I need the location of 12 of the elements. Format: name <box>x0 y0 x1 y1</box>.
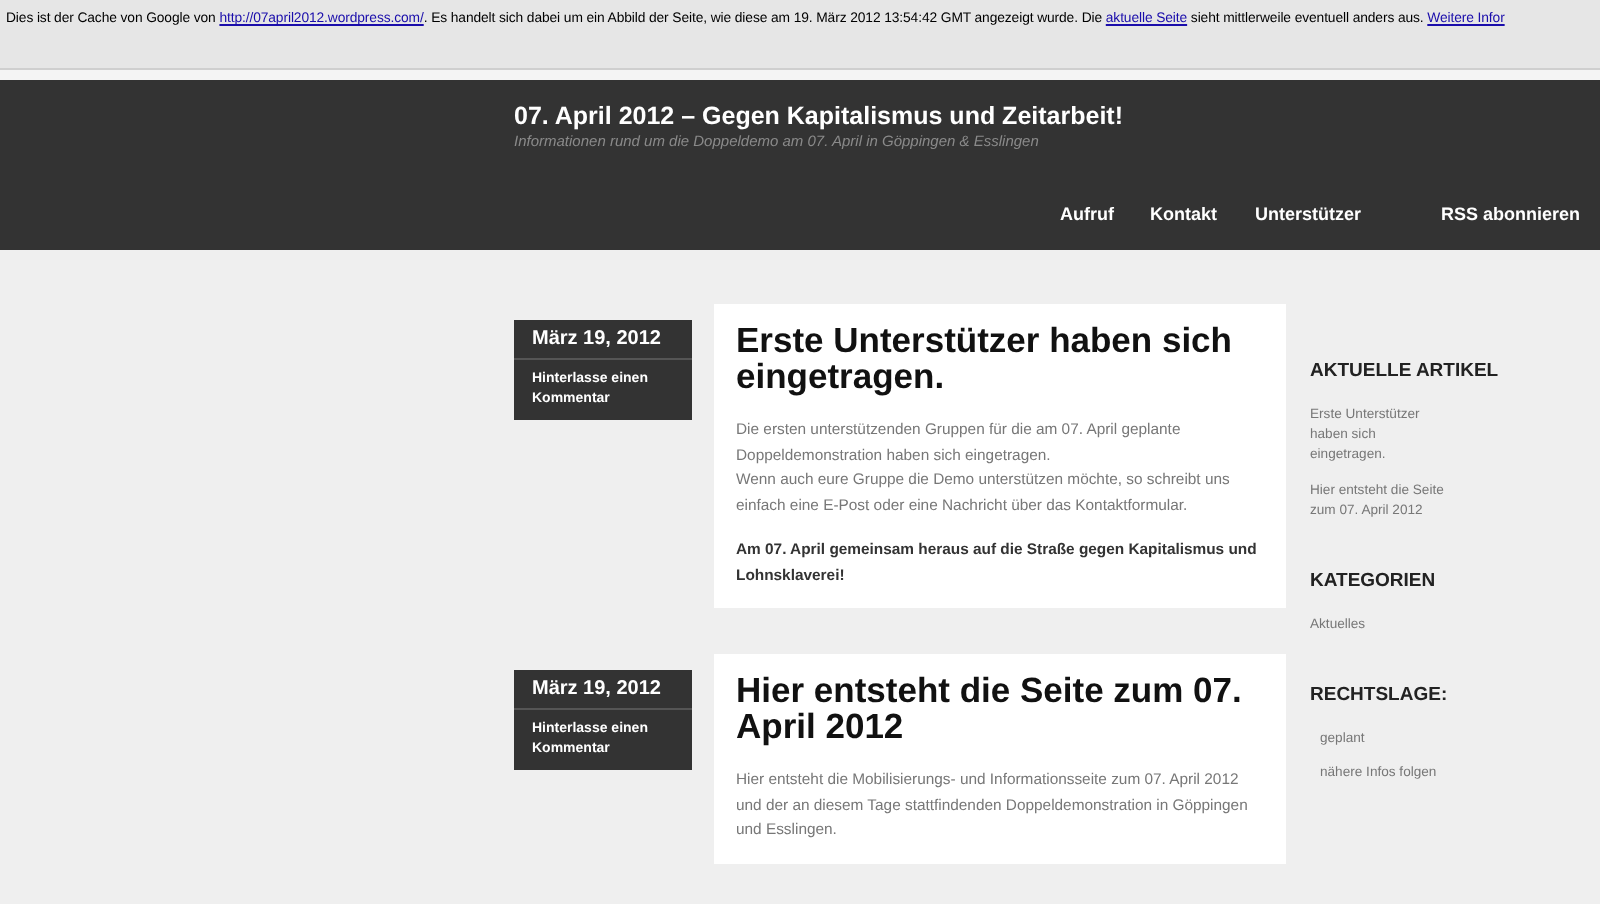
nav-link[interactable]: Kontakt <box>1150 204 1217 224</box>
post-title: Hier entsteht die Seite zum 07. April 2012 <box>736 672 1244 744</box>
post-title: Erste Unterstützer haben sich eingetragen. <box>736 322 1234 394</box>
post-date: März 19, 2012 <box>514 670 692 710</box>
nav-link[interactable]: Aufruf <box>1060 204 1114 224</box>
nav-link[interactable]: Unterstützer <box>1255 204 1362 224</box>
sidebar-heading: RECHTSLAGE: <box>1310 684 1450 706</box>
nav-link[interactable]: RSS abonnieren <box>1441 204 1581 224</box>
site-title: 07. April 2012 – Gegen Kapitalismus und Zeitarbeit! <box>514 102 1125 130</box>
post-date: März 19, 2012 <box>514 320 692 360</box>
sidebar-heading: AKTUELLE ARTIKEL <box>1310 360 1501 382</box>
sidebar-heading: KATEGORIEN <box>1310 570 1438 592</box>
